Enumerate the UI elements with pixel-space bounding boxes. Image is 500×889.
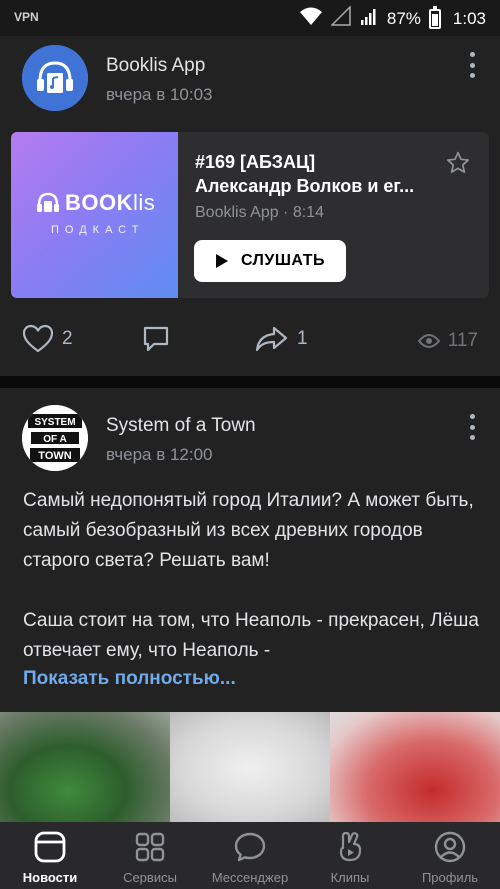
play-icon xyxy=(216,254,229,268)
cover-title-light: lis xyxy=(133,190,156,215)
comment-button[interactable] xyxy=(141,324,171,354)
news-icon xyxy=(33,830,67,864)
podcast-episode-title: #169 [АБЗАЦ] xyxy=(195,152,316,172)
headphones-book-icon xyxy=(22,45,88,111)
flag-green-stripe xyxy=(0,712,170,822)
podcast-cover: BOOKlis ПОДКАСТ xyxy=(11,132,178,298)
svg-text:TOWN: TOWN xyxy=(38,450,71,462)
share-count: 1 xyxy=(297,328,308,349)
nav-item-clips[interactable]: Клипы xyxy=(300,822,400,889)
signal-icon xyxy=(359,6,379,31)
messenger-icon xyxy=(233,830,267,864)
post-date[interactable]: вчера в 10:03 xyxy=(106,85,213,105)
signal-empty-icon xyxy=(330,5,351,31)
services-icon xyxy=(133,830,167,864)
post-booklis: Booklis App вчера в 10:03 BOOKlis ПОДКАС… xyxy=(0,36,500,376)
feed-separator xyxy=(0,376,500,388)
vpn-indicator: VPN xyxy=(14,10,39,24)
nav-label: Мессенджер xyxy=(211,870,289,885)
cover-subtitle: ПОДКАСТ xyxy=(51,224,145,236)
svg-text:OF A: OF A xyxy=(43,434,67,445)
nav-item-services[interactable]: Сервисы xyxy=(100,822,200,889)
wifi-icon xyxy=(299,6,323,31)
comment-icon xyxy=(143,326,169,352)
cover-title-bold: BOOK xyxy=(65,190,133,215)
post-author[interactable]: Booklis App xyxy=(106,55,205,77)
podcast-meta: Booklis App · 8:14 xyxy=(195,204,324,221)
nav-label: Клипы xyxy=(330,870,370,885)
profile-icon xyxy=(433,830,467,864)
status-icons: 87% 1:03 xyxy=(299,5,486,31)
post-date[interactable]: вчера в 12:00 xyxy=(106,445,213,465)
battery-percent: 87% xyxy=(386,8,421,28)
views-count: 117 xyxy=(447,330,478,351)
nav-label: Новости xyxy=(22,870,78,885)
heart-icon xyxy=(22,324,54,353)
favorite-star-icon[interactable] xyxy=(445,150,471,176)
post-menu-button[interactable] xyxy=(466,52,478,78)
flag-red-stripe xyxy=(330,712,500,822)
listen-button-label: СЛУШАТЬ xyxy=(241,252,325,269)
booklis-avatar[interactable] xyxy=(22,45,88,111)
share-button[interactable]: 1 xyxy=(255,324,308,354)
system-of-a-town-avatar[interactable]: SYSTEM OF A TOWN xyxy=(22,405,88,471)
nav-item-messenger[interactable]: Мессенджер xyxy=(200,822,300,889)
show-more-link[interactable]: Показать полностью... xyxy=(23,668,236,690)
post-menu-button[interactable] xyxy=(466,414,478,440)
like-button[interactable]: 2 xyxy=(22,324,73,354)
system-of-a-town-logo: SYSTEM OF A TOWN xyxy=(22,405,88,471)
nav-label: Профиль xyxy=(421,870,479,885)
flag-white-stripe xyxy=(170,712,330,822)
views-counter: 117 xyxy=(417,330,478,352)
nav-item-news[interactable]: Новости xyxy=(0,822,100,889)
booklis-logo: BOOKlis xyxy=(35,190,155,216)
podcast-artist: Александр Волков и ег... xyxy=(195,176,415,196)
post-system-of-a-town: SYSTEM OF A TOWN System of a Town вчера … xyxy=(0,388,500,822)
share-arrow-icon xyxy=(255,326,288,352)
svg-text:SYSTEM: SYSTEM xyxy=(34,417,75,428)
post-author[interactable]: System of a Town xyxy=(106,415,256,437)
italian-flag-image[interactable] xyxy=(0,712,500,822)
post-paragraph: Самый недопонятый город Италии? А может … xyxy=(23,490,474,571)
bottom-navigation: Новости Сервисы Мессенджер Клипы Профиль xyxy=(0,822,500,889)
battery-icon xyxy=(428,5,441,29)
post-actions: 2 1 117 xyxy=(0,324,500,364)
eye-icon xyxy=(417,334,440,348)
post-text: Самый недопонятый город Италии? А может … xyxy=(23,486,483,666)
status-bar: VPN 87% 1:03 xyxy=(0,0,500,36)
like-count: 2 xyxy=(62,328,73,349)
nav-item-profile[interactable]: Профиль xyxy=(400,822,500,889)
listen-button[interactable]: СЛУШАТЬ xyxy=(194,240,346,282)
headphones-icon xyxy=(37,192,59,212)
clock: 1:03 xyxy=(452,8,486,28)
nav-label: Сервисы xyxy=(123,870,177,885)
post-paragraph: Саша стоит на том, что Неаполь - прекрас… xyxy=(23,610,479,661)
podcast-card[interactable]: BOOKlis ПОДКАСТ #169 [АБЗАЦ] Александр В… xyxy=(11,132,489,298)
clips-icon xyxy=(333,830,367,864)
